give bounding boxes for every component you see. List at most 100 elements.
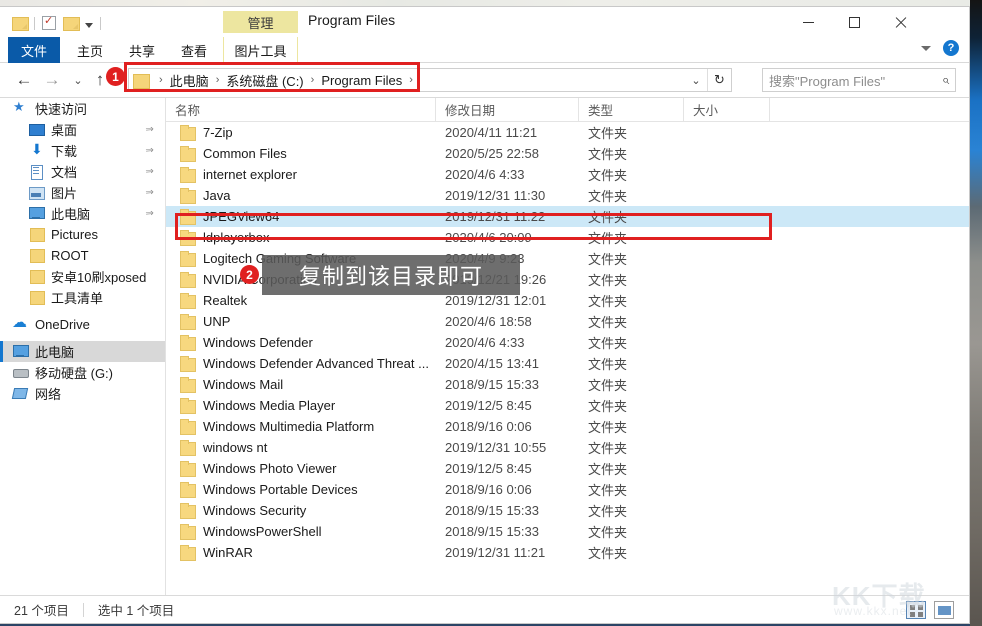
folder-icon — [180, 229, 196, 246]
table-row[interactable]: Windows Multimedia Platform 2018/9/16 0:0… — [166, 416, 969, 437]
sidebar-item-label: 文档 — [51, 165, 78, 180]
recent-locations-button[interactable]: ⌄ — [68, 71, 88, 89]
folder-icon — [180, 313, 196, 330]
contextual-tab-group-label[interactable]: 管理 — [223, 11, 298, 33]
tab-share[interactable]: 共享 — [120, 37, 164, 63]
cell-type: 文件夹 — [588, 546, 628, 561]
sidebar-item-快速访问[interactable]: 快速访问 — [0, 98, 165, 119]
cell-name: Windows Security — [203, 503, 307, 518]
folder-icon — [133, 73, 150, 89]
tab-home[interactable]: 主页 — [68, 37, 112, 63]
sidebar-item-此电脑[interactable]: 此电脑 ⇗ — [0, 203, 165, 224]
properties-icon[interactable] — [42, 14, 56, 30]
column-header-size[interactable]: 大小 — [684, 97, 770, 122]
cell-date: 2020/5/25 22:58 — [445, 146, 539, 161]
sidebar-item-文档[interactable]: 文档 ⇗ — [0, 161, 165, 182]
search-box[interactable]: 搜索"Program Files" ⌕ — [762, 68, 956, 92]
chevron-down-icon[interactable]: ⌄ — [685, 69, 707, 91]
search-icon[interactable]: ⌕ — [942, 72, 949, 88]
cell-type: 文件夹 — [588, 126, 628, 141]
breadcrumb-program-files[interactable]: Program Files — [321, 73, 402, 88]
sidebar-item-OneDrive[interactable]: OneDrive — [0, 313, 165, 335]
pin-icon[interactable]: ⇗ — [142, 123, 155, 137]
cell-date: 2018/9/16 0:06 — [445, 482, 532, 497]
view-mode-buttons[interactable] — [906, 600, 954, 619]
cell-type: 文件夹 — [588, 231, 628, 246]
table-row[interactable]: Java 2019/12/31 11:30 文件夹 — [166, 185, 969, 206]
tab-picture-tools[interactable]: 图片工具 — [223, 37, 298, 63]
table-row[interactable]: UNP 2020/4/6 18:58 文件夹 — [166, 311, 969, 332]
star-icon — [12, 99, 29, 116]
large-icons-view-button[interactable] — [934, 600, 954, 619]
table-row[interactable]: Windows Defender 2020/4/6 4:33 文件夹 — [166, 332, 969, 353]
content-area: 快速访问桌面 ⇗ 下载 ⇗ 文档 ⇗ 图片 ⇗ 此电脑 ⇗ Pictures ROOT 安卓10刷xpo… — [0, 97, 969, 596]
folder-icon — [180, 397, 196, 414]
folder-icon — [28, 290, 45, 305]
navigation-pane[interactable]: 快速访问桌面 ⇗ 下载 ⇗ 文档 ⇗ 图片 ⇗ 此电脑 ⇗ Pictures ROOT 安卓10刷xpo… — [0, 98, 166, 596]
table-row[interactable]: internet explorer 2020/4/6 4:33 文件夹 — [166, 164, 969, 185]
sidebar-item-ROOT[interactable]: ROOT — [0, 245, 165, 266]
tab-view[interactable]: 查看 — [172, 37, 216, 63]
help-icon[interactable]: ? — [943, 40, 959, 56]
quick-access-toolbar[interactable] — [12, 13, 101, 33]
tab-file[interactable]: 文件 — [8, 37, 60, 63]
table-row[interactable]: Windows Mail 2018/9/15 15:33 文件夹 — [166, 374, 969, 395]
back-button[interactable]: ← — [14, 70, 34, 89]
forward-button[interactable]: → — [42, 70, 62, 89]
column-header-name[interactable]: 名称 — [166, 97, 436, 122]
table-row[interactable]: Windows Photo Viewer 2019/12/5 8:45 文件夹 — [166, 458, 969, 479]
chevron-down-icon[interactable] — [921, 45, 931, 51]
search-input[interactable]: 搜索"Program Files" — [769, 71, 942, 90]
status-bar: 21 个项目 选中 1 个项目 — [0, 595, 969, 623]
breadcrumb-system-drive[interactable]: 系统磁盘 (C:) — [226, 71, 303, 90]
annotation-badge-1: 1 — [106, 67, 125, 86]
address-bar[interactable]: › 此电脑 › 系统磁盘 (C:) › Program Files › ⌄ ↻ — [128, 68, 732, 92]
table-row[interactable]: Common Files 2020/5/25 22:58 文件夹 — [166, 143, 969, 164]
sidebar-item-移动硬盘 (G:)[interactable]: 移动硬盘 (G:) — [0, 362, 165, 383]
sidebar-item-网络[interactable]: 网络 — [0, 383, 165, 404]
table-row[interactable]: Windows Security 2018/9/15 15:33 文件夹 — [166, 500, 969, 521]
column-header-date[interactable]: 修改日期 — [436, 97, 579, 122]
sidebar-item-Pictures[interactable]: Pictures — [0, 224, 165, 245]
sidebar-item-label: OneDrive — [35, 317, 90, 332]
cell-type: 文件夹 — [588, 210, 628, 225]
minimize-button[interactable] — [785, 7, 831, 37]
details-view-button[interactable] — [906, 600, 926, 619]
table-row[interactable]: WindowsPowerShell 2018/9/15 15:33 文件夹 — [166, 521, 969, 542]
pin-icon[interactable]: ⇗ — [142, 186, 155, 200]
folder-icon — [180, 418, 196, 435]
cell-date: 2019/12/31 11:30 — [445, 188, 546, 203]
sidebar-item-安卓10刷xposed[interactable]: 安卓10刷xposed — [0, 266, 165, 287]
sidebar-item-桌面[interactable]: 桌面 ⇗ — [0, 119, 165, 140]
table-row[interactable]: Windows Defender Advanced Threat ... 2020… — [166, 353, 969, 374]
pin-icon[interactable]: ⇗ — [142, 165, 155, 179]
sidebar-item-label: 网络 — [35, 387, 62, 402]
sidebar-item-label: 快速访问 — [35, 102, 88, 117]
refresh-icon[interactable]: ↻ — [707, 69, 731, 91]
table-row[interactable]: WinRAR 2019/12/31 11:21 文件夹 — [166, 542, 969, 563]
sidebar-item-下载[interactable]: 下载 ⇗ — [0, 140, 165, 161]
new-folder-icon[interactable] — [63, 17, 80, 31]
cell-type: 文件夹 — [588, 525, 628, 540]
maximize-button[interactable] — [831, 7, 877, 37]
folder-icon[interactable] — [12, 17, 29, 31]
sidebar-item-此电脑[interactable]: 此电脑 — [0, 341, 165, 362]
table-row[interactable]: ldplayerbox 2020/4/6 20:09 文件夹 — [166, 227, 969, 248]
breadcrumb-this-pc[interactable]: 此电脑 — [170, 71, 209, 90]
pin-icon[interactable]: ⇗ — [142, 144, 155, 158]
table-row[interactable]: Windows Portable Devices 2018/9/16 0:06 文件… — [166, 479, 969, 500]
table-row[interactable]: windows nt 2019/12/31 10:55 文件夹 — [166, 437, 969, 458]
customize-caret-icon[interactable] — [85, 22, 93, 28]
cell-type: 文件夹 — [588, 147, 628, 162]
pin-icon[interactable]: ⇗ — [142, 207, 155, 221]
sidebar-item-工具清单[interactable]: 工具清单 — [0, 287, 165, 308]
column-header-type[interactable]: 类型 — [579, 97, 684, 122]
table-row[interactable]: Windows Media Player 2019/12/5 8:45 文件夹 — [166, 395, 969, 416]
address-bar-row: ← → ⌄ ↑ › 此电脑 › 系统磁盘 (C:) › Program File… — [0, 63, 969, 97]
sidebar-item-图片[interactable]: 图片 ⇗ — [0, 182, 165, 203]
table-row[interactable]: 7-Zip 2020/4/11 11:21 文件夹 — [166, 122, 969, 143]
cell-type: 文件夹 — [588, 294, 628, 309]
table-row[interactable]: JPEGView64 2019/12/31 11:22 文件夹 — [166, 206, 969, 227]
close-button[interactable] — [877, 7, 923, 37]
file-list-pane[interactable]: 名称 修改日期 类型 大小 7-Zip 2020/4/11 11:21 文件夹 Com… — [166, 97, 969, 596]
